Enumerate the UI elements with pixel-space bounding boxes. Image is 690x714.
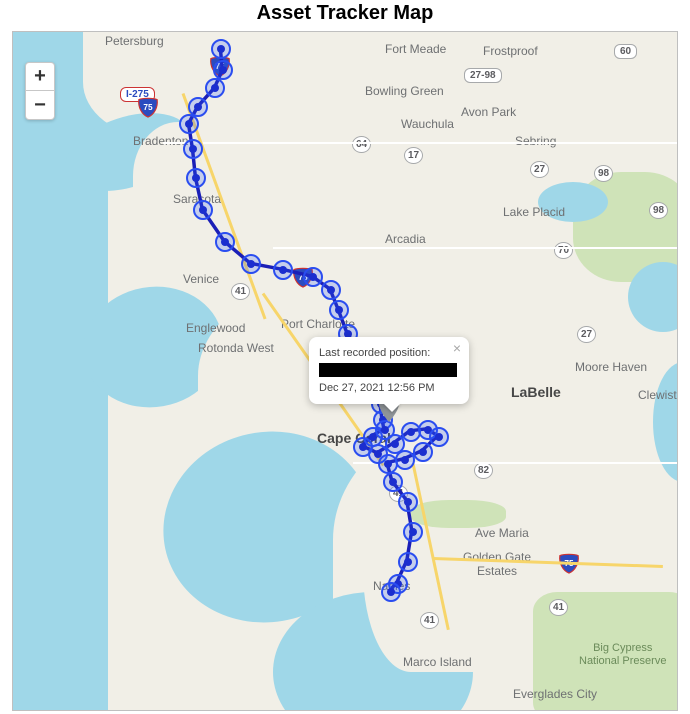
zoom-control: + −	[25, 62, 55, 120]
track-marker[interactable]	[213, 60, 233, 80]
label-moore-haven: Moore Haven	[575, 360, 647, 374]
label-ave-maria: Ave Maria	[475, 526, 529, 540]
label-lake-placid: Lake Placid	[503, 205, 565, 219]
shield-sr64: 64	[352, 136, 371, 153]
shield-us17: 17	[404, 147, 423, 164]
label-everglades-city: Everglades City	[513, 687, 597, 701]
track-marker[interactable]	[381, 582, 401, 602]
shield-sr82: 82	[474, 462, 493, 479]
popup-redacted-name	[319, 363, 457, 377]
label-marco-island: Marco Island	[403, 655, 472, 669]
svg-text:75: 75	[143, 103, 153, 112]
label-avon-park: Avon Park	[461, 105, 516, 119]
shield-i75-b: 75	[137, 96, 159, 118]
track-marker[interactable]	[186, 168, 206, 188]
position-popup: × Last recorded position: Dec 27, 2021 1…	[309, 337, 469, 404]
label-englewood: Englewood	[186, 321, 245, 335]
shield-us27b: 27	[577, 326, 596, 343]
zoom-out-button[interactable]: −	[26, 91, 54, 119]
label-rotonda-west: Rotonda West	[198, 341, 274, 355]
label-petersburg: Petersburg	[105, 34, 164, 48]
track-marker[interactable]	[303, 267, 323, 287]
label-bowling-green: Bowling Green	[365, 84, 444, 98]
shield-sr60: 60	[614, 44, 637, 59]
shield-us41d: 41	[549, 599, 568, 616]
page-title: Asset Tracker Map	[0, 0, 690, 31]
shield-us41a: 41	[231, 283, 250, 300]
track-marker[interactable]	[398, 492, 418, 512]
track-marker[interactable]	[403, 522, 423, 542]
track-marker[interactable]	[329, 300, 349, 320]
track-marker[interactable]	[205, 78, 225, 98]
track-marker[interactable]	[378, 454, 398, 474]
label-frostproof: Frostproof	[483, 44, 538, 58]
track-marker[interactable]	[193, 200, 213, 220]
label-bradenton: Bradenton	[133, 134, 188, 148]
track-marker[interactable]	[395, 450, 415, 470]
label-clewisto: Clewisto	[638, 388, 678, 402]
track-marker[interactable]	[429, 427, 449, 447]
shield-us41c: 41	[420, 612, 439, 629]
shield-us27-98: 27-98	[464, 68, 502, 83]
label-arcadia: Arcadia	[385, 232, 426, 246]
track-marker[interactable]	[215, 232, 235, 252]
track-marker[interactable]	[413, 442, 433, 462]
popup-heading: Last recorded position:	[319, 347, 457, 359]
shield-sr70: 70	[554, 242, 573, 259]
track-marker[interactable]	[179, 114, 199, 134]
track-marker[interactable]	[273, 260, 293, 280]
label-sebring: Sebring	[515, 134, 556, 148]
label-labelle: LaBelle	[511, 384, 561, 400]
map-viewport[interactable]: Petersburg Bradenton Sarasota Venice Eng…	[12, 31, 678, 711]
shield-sr98: 98	[594, 165, 613, 182]
label-big-cypress: Big Cypress National Preserve	[579, 642, 666, 667]
label-wauchula: Wauchula	[401, 117, 454, 131]
track-marker[interactable]	[241, 254, 261, 274]
zoom-in-button[interactable]: +	[26, 63, 54, 91]
shield-us27a: 27	[530, 161, 549, 178]
popup-timestamp: Dec 27, 2021 12:56 PM	[319, 382, 457, 394]
track-marker[interactable]	[211, 39, 231, 59]
label-golden-gate: Golden Gate Estates	[463, 550, 531, 578]
label-venice: Venice	[183, 272, 219, 286]
label-fort-meade: Fort Meade	[385, 42, 446, 56]
popup-close-icon[interactable]: ×	[453, 341, 461, 355]
track-marker[interactable]	[321, 280, 341, 300]
track-marker[interactable]	[398, 552, 418, 572]
track-marker[interactable]	[383, 472, 403, 492]
shield-sr98b: 98	[649, 202, 668, 219]
track-marker[interactable]	[183, 139, 203, 159]
